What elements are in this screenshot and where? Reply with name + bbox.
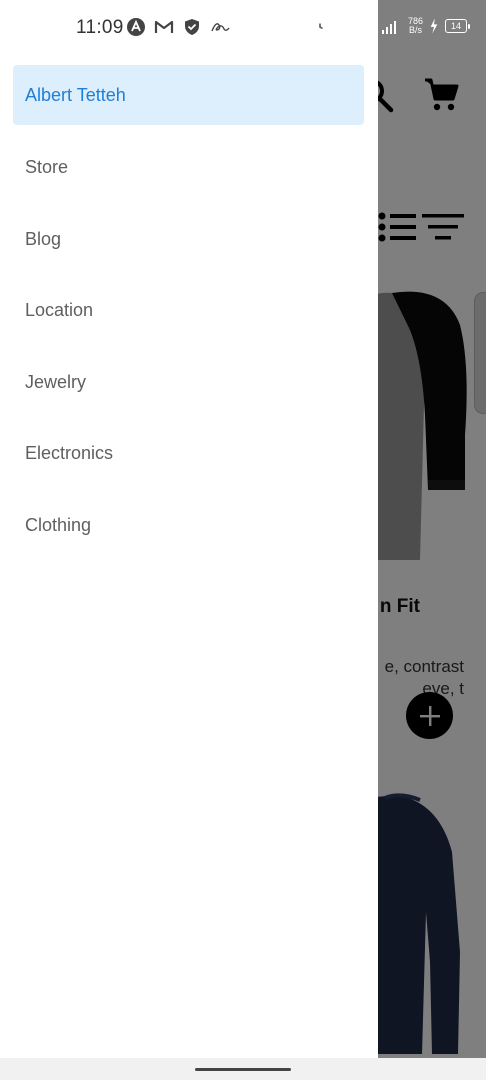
menu-item-store[interactable]: Store xyxy=(0,132,378,204)
home-gesture-pill[interactable] xyxy=(195,1068,291,1071)
menu-item-location[interactable]: Location xyxy=(0,275,378,347)
menu-item-jewelry[interactable]: Jewelry xyxy=(0,347,378,419)
drawer-menu: Store Blog Location Jewelry Electronics … xyxy=(0,132,378,561)
menu-item-clothing[interactable]: Clothing xyxy=(0,490,378,562)
menu-item-blog[interactable]: Blog xyxy=(0,204,378,276)
menu-item-electronics[interactable]: Electronics xyxy=(0,418,378,490)
navigation-drawer: Albert Tetteh Store Blog Location Jewelr… xyxy=(0,0,378,1058)
drawer-header-user[interactable]: Albert Tetteh xyxy=(13,65,364,125)
system-nav-bar xyxy=(0,1058,486,1080)
user-name: Albert Tetteh xyxy=(25,84,126,105)
